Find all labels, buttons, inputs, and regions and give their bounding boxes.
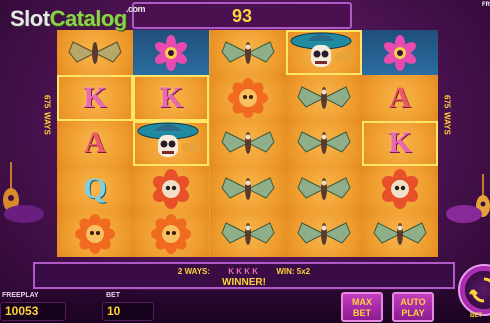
q-symbol: Q	[83, 171, 107, 205]
top-counter-panel: 93	[132, 2, 352, 29]
reel-cell	[285, 166, 362, 212]
skull-flower-icon	[153, 168, 190, 209]
skull-flower-icon	[227, 78, 268, 119]
slotcatalog-watermark: SlotCatalog .com	[10, 4, 146, 31]
win-symbols: K K K K	[228, 267, 259, 276]
moth-icon	[297, 222, 351, 246]
freeplay-balance: 10053	[0, 302, 66, 321]
win-details: 2 WAYS: K K K K WIN: 5x2	[35, 267, 453, 276]
bet-value[interactable]: 10	[102, 302, 154, 321]
reel-cell: A	[57, 120, 133, 167]
top-counter-value: 93	[231, 6, 253, 26]
max-bet-button[interactable]: MAX BET	[341, 292, 383, 322]
left-sombrero-decoration	[4, 205, 44, 223]
k-symbol: K	[388, 126, 412, 160]
corner-label: FR	[482, 2, 490, 8]
winner-message: WINNER!	[222, 277, 266, 288]
win-amount: WIN: 5x2	[276, 267, 311, 276]
reel-cell: K	[57, 75, 133, 121]
skull-flower-icon	[381, 168, 419, 209]
reel-cell	[57, 30, 133, 76]
reel-cell: K	[133, 75, 210, 121]
spin-bet-label: BET	[470, 313, 482, 319]
a-symbol: A	[389, 81, 411, 115]
win-ways: 2 WAYS:	[177, 267, 211, 276]
moth-icon	[220, 177, 275, 200]
flower-tile-icon	[155, 34, 188, 71]
reel-cell	[209, 75, 286, 121]
reel-cell	[285, 30, 362, 76]
moth-icon	[68, 40, 122, 64]
mariachi-skull-icon	[290, 32, 353, 67]
moth-icon	[220, 222, 275, 246]
moth-icon	[297, 86, 351, 110]
reel-cell	[133, 120, 210, 167]
moth-icon	[373, 222, 427, 246]
ways-indicator-right: 675 WAYS	[442, 95, 452, 136]
reel-cell	[133, 30, 210, 76]
reel-cell: K	[362, 120, 438, 167]
a-symbol: A	[84, 126, 106, 160]
reel-cell	[362, 166, 438, 212]
reel-cell	[285, 120, 362, 167]
reel-cell	[57, 211, 133, 257]
reel-cell	[209, 30, 286, 76]
k-symbol: K	[159, 81, 183, 115]
reel-cell: Q	[57, 166, 133, 212]
game-stage: SlotCatalog .com 93 FR 675 WAYS 675 WAYS …	[0, 0, 490, 323]
flower-tile-icon	[383, 34, 417, 71]
moth-icon	[220, 40, 275, 64]
reel-cell	[362, 211, 438, 257]
reel-grid: KAQKAK	[57, 30, 438, 257]
reel-cell	[133, 211, 210, 257]
reel-cell	[209, 120, 286, 167]
reel-cell	[209, 211, 286, 257]
win-message-bar: 2 WAYS: K K K K WIN: 5x2 WINNER!	[33, 262, 455, 289]
right-sombrero-decoration	[446, 205, 482, 223]
moth-icon	[297, 131, 351, 155]
bet-label: BET	[106, 292, 120, 299]
mariachi-skull-icon	[137, 122, 201, 158]
reel-cell	[209, 166, 286, 212]
reel-cell	[285, 211, 362, 257]
ways-indicator-left: 675 WAYS	[42, 95, 52, 136]
auto-play-button[interactable]: AUTO PLAY	[392, 292, 434, 322]
moth-icon	[220, 131, 275, 155]
skull-flower-icon	[151, 214, 192, 255]
moth-icon	[297, 177, 351, 200]
spin-arrows-icon	[469, 277, 490, 303]
reel-cell: A	[362, 75, 438, 121]
reel-cell	[133, 166, 210, 212]
reel-cell	[362, 30, 438, 76]
freeplay-label: FREEPLAY	[2, 292, 39, 299]
reel-cell	[285, 75, 362, 121]
k-symbol: K	[83, 81, 107, 115]
skull-flower-icon	[75, 214, 115, 255]
